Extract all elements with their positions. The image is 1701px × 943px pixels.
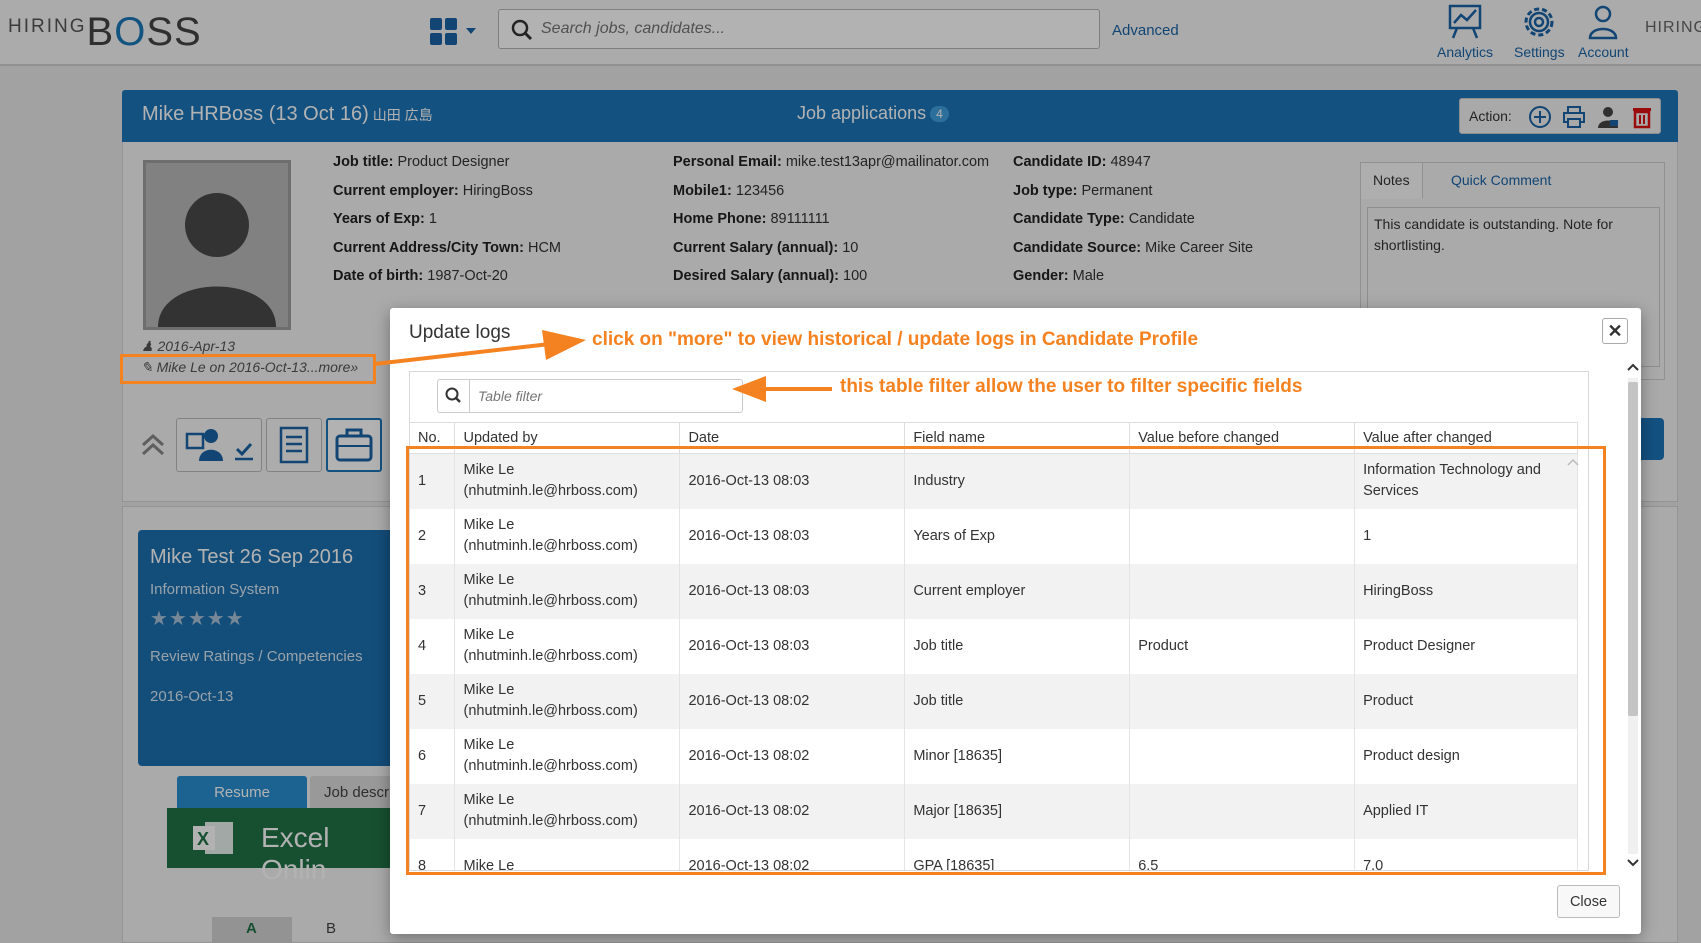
search-icon xyxy=(438,380,470,412)
scrollbar-thumb[interactable] xyxy=(1628,382,1638,716)
annotation-table-highlight xyxy=(406,446,1606,875)
annotation-more-highlight xyxy=(120,354,376,384)
table-filter[interactable] xyxy=(437,379,743,413)
chevron-down-icon[interactable] xyxy=(1627,858,1639,868)
close-button[interactable]: Close xyxy=(1557,885,1620,918)
close-icon[interactable]: ✕ xyxy=(1602,318,1628,344)
annotation-more-note: click on "more" to view historical / upd… xyxy=(592,329,1199,350)
annotation-arrow-more xyxy=(373,330,586,366)
chevron-up-icon[interactable] xyxy=(1627,362,1639,372)
table-filter-input[interactable] xyxy=(478,386,728,406)
modal-scrollbar[interactable] xyxy=(1626,362,1640,872)
annotation-arrow-filter xyxy=(732,376,832,402)
annotation-filter-note: this table filter allow the user to filt… xyxy=(840,376,1303,397)
